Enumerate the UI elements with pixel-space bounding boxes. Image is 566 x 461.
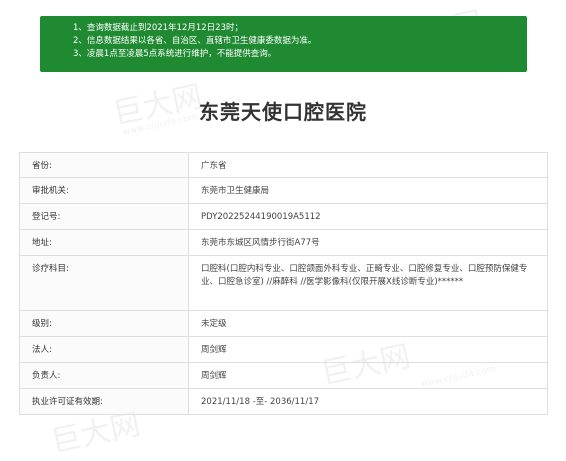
table-row: 负责人: 周剑辉	[19, 362, 548, 389]
notice-line: 1、查询数据截止到2021年12月12日23时；	[73, 23, 243, 33]
table-row: 地址: 东莞市东城区风情步行街A77号	[19, 229, 548, 256]
notice-line: 2、信息数据结果以各省、自治区、直辖市卫生健康委数据为准。	[73, 36, 317, 46]
table-row: 省份: 广东省	[19, 152, 548, 178]
field-label: 诊疗科目:	[19, 255, 189, 311]
field-value: 广东省	[188, 152, 548, 178]
table-row: 法人: 周剑辉	[19, 336, 548, 363]
field-value: 东莞市卫生健康局	[188, 177, 548, 204]
field-value: PDY20225244190019A5112	[188, 203, 548, 230]
field-label: 审批机关:	[19, 177, 189, 204]
table-row: 审批机关: 东莞市卫生健康局	[19, 177, 548, 204]
page-title: 东莞天使口腔医院	[199, 100, 367, 124]
field-value: 周剑辉	[188, 362, 548, 389]
field-label: 级别:	[19, 310, 189, 337]
field-value: 周剑辉	[188, 336, 548, 363]
field-label: 法人:	[19, 336, 189, 363]
notice-banner: 1、查询数据截止到2021年12月12日23时； 2、信息数据结果以各省、自治区…	[40, 16, 527, 72]
field-value: 2021/11/18 -至- 2036/11/17	[188, 388, 548, 415]
field-label: 地址:	[19, 229, 189, 256]
field-value: 未定级	[188, 310, 548, 337]
table-row: 诊疗科目: 口腔科(口腔内科专业、口腔颌面外科专业、正畸专业、口腔修复专业、口腔…	[19, 255, 548, 311]
field-value: 口腔科(口腔内科专业、口腔颌面外科专业、正畸专业、口腔修复专业、口腔预防保健专业…	[188, 255, 548, 311]
info-table: 省份: 广东省 审批机关: 东莞市卫生健康局 登记号: PDY202252441…	[19, 152, 548, 415]
field-label: 执业许可证有效期:	[19, 388, 189, 415]
field-label: 登记号:	[19, 203, 189, 230]
field-label: 省份:	[19, 152, 189, 178]
field-value: 东莞市东城区风情步行街A77号	[188, 229, 548, 256]
table-row: 级别: 未定级	[19, 310, 548, 337]
table-row: 登记号: PDY20225244190019A5112	[19, 203, 548, 230]
notice-line: 3、凌晨1点至凌晨5点系统进行维护，不能提供查询。	[73, 49, 277, 59]
table-row: 执业许可证有效期: 2021/11/18 -至- 2036/11/17	[19, 388, 548, 415]
field-label: 负责人:	[19, 362, 189, 389]
